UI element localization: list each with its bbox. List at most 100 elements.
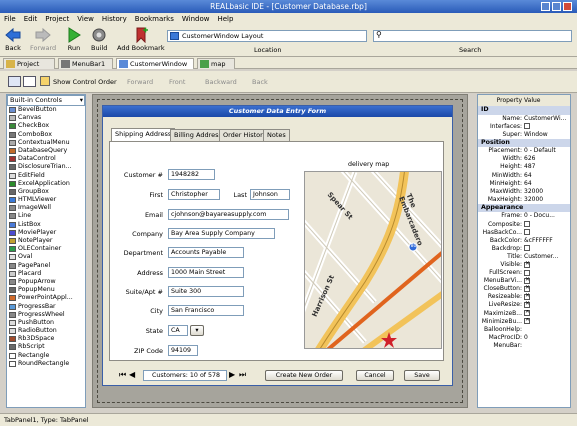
control-item[interactable]: Line bbox=[7, 212, 85, 220]
layout-view-icon[interactable] bbox=[8, 76, 21, 87]
first-record-icon[interactable]: ⏮ bbox=[119, 370, 126, 380]
control-item[interactable]: ProgressWheel bbox=[7, 311, 85, 319]
control-item[interactable]: Placard bbox=[7, 270, 85, 278]
control-item[interactable]: DisclosureTrian... bbox=[7, 163, 85, 171]
property-row[interactable]: Composite: bbox=[478, 221, 570, 229]
control-item[interactable]: CheckBox bbox=[7, 122, 85, 130]
build-button[interactable]: Build bbox=[91, 27, 107, 52]
suite-field[interactable]: Suite 300 bbox=[168, 286, 244, 297]
menu-bookmarks[interactable]: Bookmarks bbox=[131, 13, 178, 25]
code-view-icon[interactable] bbox=[23, 76, 36, 87]
forward-button[interactable]: Forward bbox=[30, 27, 56, 52]
checked-checkbox[interactable]: ✕ bbox=[524, 277, 530, 284]
show-control-order-button[interactable]: Show Control Order bbox=[53, 78, 117, 86]
menu-view[interactable]: View bbox=[73, 13, 98, 25]
property-row[interactable]: BalloonHelp: bbox=[478, 326, 570, 334]
property-row[interactable]: MenuBarVi... ✕ bbox=[478, 277, 570, 285]
control-item[interactable]: Rb3DSpace bbox=[7, 335, 85, 343]
control-item[interactable]: EditField bbox=[7, 172, 85, 180]
property-row[interactable]: LiveResize: ✕ bbox=[478, 301, 570, 309]
control-item[interactable]: OLEContainer bbox=[7, 245, 85, 253]
property-row[interactable]: Frame: 0 - Docu... bbox=[478, 212, 570, 220]
controls-dropdown[interactable]: Built-in Controls ▾ bbox=[7, 95, 85, 106]
control-item[interactable]: PowerPointAppl... bbox=[7, 294, 85, 302]
menu-project[interactable]: Project bbox=[41, 13, 73, 25]
property-row[interactable]: HasBackCo... bbox=[478, 229, 570, 237]
property-row[interactable]: Super: Window bbox=[478, 131, 570, 139]
unchecked-checkbox[interactable] bbox=[524, 229, 530, 236]
maximize-button[interactable] bbox=[552, 2, 561, 11]
checked-checkbox[interactable]: ✕ bbox=[524, 293, 530, 300]
back-button[interactable]: Back bbox=[5, 27, 21, 52]
checked-checkbox[interactable]: ✕ bbox=[524, 261, 530, 268]
menu-edit[interactable]: Edit bbox=[20, 13, 42, 25]
property-row[interactable]: MenuBar: bbox=[478, 342, 570, 350]
search-field[interactable]: ⚲ bbox=[373, 30, 572, 42]
tab-notes[interactable]: Notes bbox=[263, 129, 290, 141]
property-row[interactable]: Name: CustomerWi... bbox=[478, 115, 570, 123]
control-item[interactable]: GroupBox bbox=[7, 188, 85, 196]
control-item[interactable]: ListBox bbox=[7, 221, 85, 229]
bring-to-front-button[interactable]: Front bbox=[160, 78, 185, 86]
control-item[interactable]: BevelButton bbox=[7, 106, 85, 114]
property-row[interactable]: Resizeable: ✕ bbox=[478, 293, 570, 301]
control-item[interactable]: Canvas bbox=[7, 114, 85, 122]
city-field[interactable]: San Francisco bbox=[168, 305, 244, 316]
control-item[interactable]: DataControl bbox=[7, 155, 85, 163]
property-row[interactable]: Visible: ✕ bbox=[478, 261, 570, 269]
control-item[interactable]: ProgressBar bbox=[7, 303, 85, 311]
property-row[interactable]: Title: Customer... bbox=[478, 253, 570, 261]
control-item[interactable]: Oval bbox=[7, 253, 85, 261]
control-item[interactable]: MoviePlayer bbox=[7, 229, 85, 237]
last-record-icon[interactable]: ⏭ bbox=[239, 370, 246, 380]
menu-window[interactable]: Window bbox=[178, 13, 214, 25]
control-item[interactable]: DatabaseQuery bbox=[7, 147, 85, 155]
tab-menubar1[interactable]: MenuBar1 bbox=[58, 58, 113, 69]
unchecked-checkbox[interactable] bbox=[524, 123, 530, 130]
prev-record-icon[interactable]: ◀ bbox=[129, 370, 135, 379]
control-item[interactable]: RoundRectangle bbox=[7, 360, 85, 368]
property-row[interactable]: Height: 487 bbox=[478, 163, 570, 171]
bring-forward-button[interactable]: Forward bbox=[118, 78, 153, 86]
menu-file[interactable]: File bbox=[0, 13, 20, 25]
property-row[interactable]: MinimizeBu... ✕ bbox=[478, 318, 570, 326]
property-row[interactable]: MacProcID: 0 bbox=[478, 334, 570, 342]
property-row[interactable]: Placement: 0 - Default bbox=[478, 147, 570, 155]
send-to-back-button[interactable]: Back bbox=[243, 78, 268, 86]
tab-map[interactable]: map bbox=[197, 58, 235, 69]
control-item[interactable]: HTMLViewer bbox=[7, 196, 85, 204]
property-row[interactable]: Backdrop: bbox=[478, 245, 570, 253]
control-item[interactable]: ComboBox bbox=[7, 131, 85, 139]
tab-billing-address[interactable]: Billing Address bbox=[170, 129, 226, 141]
create-new-order-button[interactable]: Create New Order bbox=[265, 370, 343, 381]
customer-number-field[interactable]: 1948282 bbox=[168, 169, 215, 180]
save-button[interactable]: Save bbox=[404, 370, 440, 381]
property-row[interactable]: MaxWidth: 32000 bbox=[478, 188, 570, 196]
control-item[interactable]: ContextualMenu bbox=[7, 139, 85, 147]
property-row[interactable]: Interfaces: bbox=[478, 123, 570, 131]
last-name-field[interactable]: Johnson bbox=[250, 189, 290, 200]
department-field[interactable]: Accounts Payable bbox=[168, 247, 244, 258]
add-bookmark-button[interactable]: Add Bookmark bbox=[117, 27, 165, 52]
run-button[interactable]: Run bbox=[66, 27, 82, 52]
checked-checkbox[interactable]: ✕ bbox=[524, 310, 530, 317]
control-item[interactable]: PagePanel bbox=[7, 262, 85, 270]
tab-shipping-address[interactable]: Shipping Address bbox=[111, 128, 176, 142]
company-field[interactable]: Bay Area Supply Company bbox=[168, 228, 275, 239]
property-row[interactable]: Width: 626 bbox=[478, 155, 570, 163]
close-button[interactable] bbox=[563, 2, 572, 11]
first-name-field[interactable]: Christopher bbox=[168, 189, 220, 200]
menu-history[interactable]: History bbox=[98, 13, 131, 25]
zip-field[interactable]: 94109 bbox=[168, 345, 198, 356]
address-field[interactable]: 1000 Main Street bbox=[168, 267, 244, 278]
property-row[interactable]: BackColor: &cFFFFFF bbox=[478, 237, 570, 245]
checked-checkbox[interactable]: ✕ bbox=[524, 285, 530, 292]
control-item[interactable]: RbScript bbox=[7, 343, 85, 351]
control-item[interactable]: Rectangle bbox=[7, 352, 85, 360]
minimize-button[interactable] bbox=[541, 2, 550, 11]
tab-customerwindow[interactable]: CustomerWindow bbox=[116, 58, 194, 69]
email-field[interactable]: cjohnson@bayareasupply.com bbox=[168, 209, 289, 220]
customer-form-window[interactable]: Customer Data Entry Form Shipping Addres… bbox=[102, 105, 453, 386]
control-item[interactable]: ExcelApplication bbox=[7, 180, 85, 188]
control-item[interactable]: PopupMenu bbox=[7, 286, 85, 294]
